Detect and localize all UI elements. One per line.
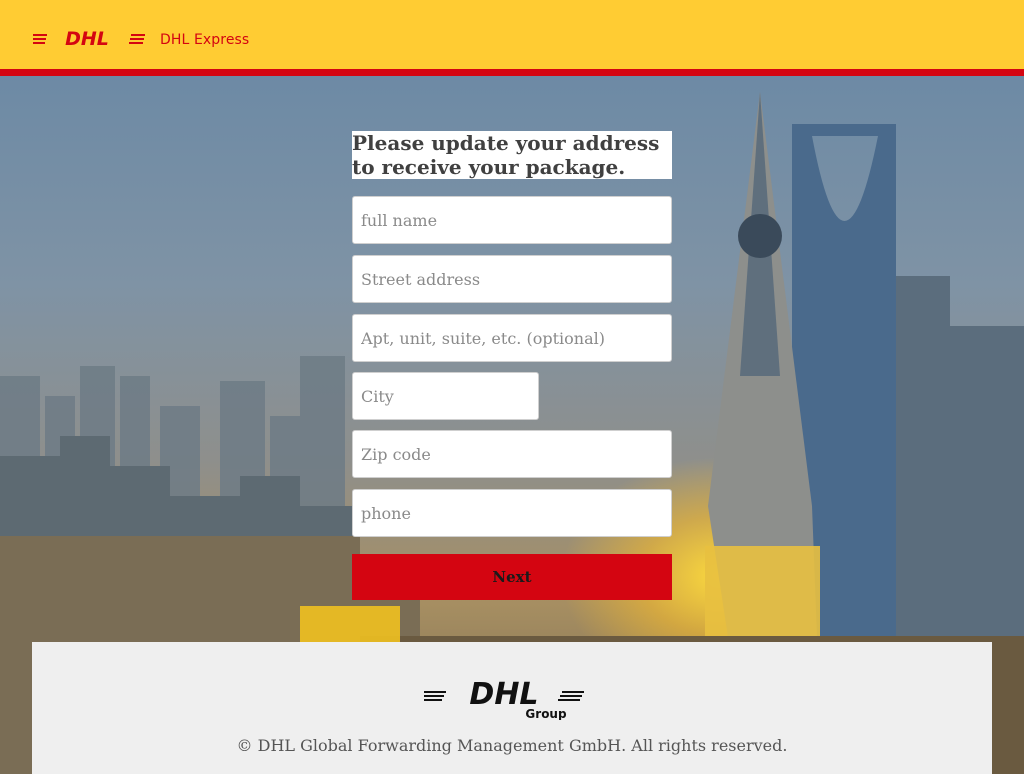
dhl-group-logo: DHL Group	[424, 677, 584, 720]
street-address-input[interactable]	[352, 255, 672, 303]
brand-suffix: DHL Express	[160, 32, 250, 48]
next-button[interactable]: Next	[352, 554, 672, 600]
dhl-logo[interactable]: DHL	[33, 29, 145, 47]
copyright-text: © DHL Global Forwarding Management GmbH.…	[236, 736, 788, 755]
address-form: Please update your address to receive yo…	[352, 131, 672, 600]
phone-input[interactable]	[352, 489, 672, 537]
svg-text:DHL: DHL	[65, 29, 109, 47]
site-footer: DHL Group © DHL Global Forwarding Manage…	[32, 642, 992, 774]
site-header: DHL DHL Express	[0, 0, 1024, 69]
svg-text:Group: Group	[525, 707, 567, 720]
form-title: Please update your address to receive yo…	[352, 131, 672, 179]
apt-input[interactable]	[352, 314, 672, 362]
header-red-stripe	[0, 69, 1024, 76]
zip-code-input[interactable]	[352, 430, 672, 478]
full-name-input[interactable]	[352, 196, 672, 244]
city-input[interactable]	[352, 372, 539, 420]
